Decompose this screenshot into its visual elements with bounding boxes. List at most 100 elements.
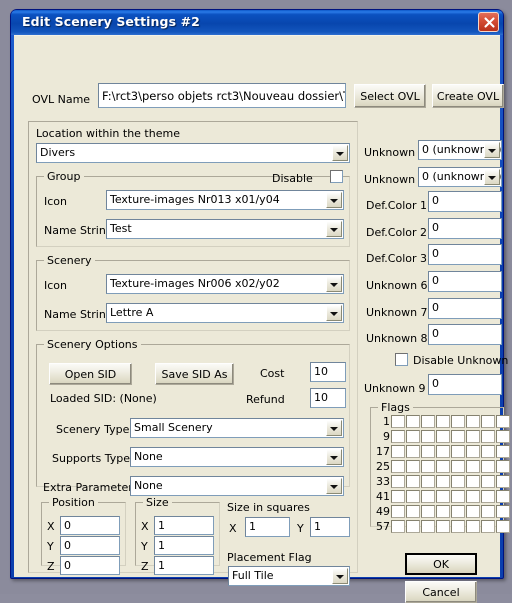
flag-checkbox-9[interactable] [391,430,405,443]
chevron-down-icon[interactable] [332,145,348,161]
unknown2-combobox[interactable]: 0 (unknown 1) [418,167,502,187]
position-x-input[interactable]: 0 [60,516,120,535]
flag-checkbox-58[interactable] [406,520,420,533]
flag-checkbox-49[interactable] [391,505,405,518]
extra-parameters-combobox[interactable]: None [130,476,344,496]
flag-checkbox-51[interactable] [421,505,435,518]
flag-checkbox-19[interactable] [421,445,435,458]
unknown8-input[interactable]: 0 [428,324,502,345]
save-sid-as-button[interactable]: Save SID As [155,363,234,385]
flag-checkbox-48[interactable] [496,490,510,503]
position-z-input[interactable]: 0 [60,556,120,575]
flag-checkbox-23[interactable] [481,445,495,458]
flag-checkbox-63[interactable] [481,520,495,533]
chevron-down-icon[interactable] [326,276,342,292]
flag-checkbox-47[interactable] [481,490,495,503]
chevron-down-icon[interactable] [332,568,348,584]
flag-checkbox-60[interactable] [436,520,450,533]
flag-checkbox-55[interactable] [481,505,495,518]
flag-checkbox-15[interactable] [481,430,495,443]
flag-checkbox-26[interactable] [406,460,420,473]
unknown6-input[interactable]: 0 [428,271,502,292]
scenery-icon-combobox[interactable]: Texture-images Nr006 x02/y02 [106,274,344,294]
size-z-input[interactable]: 1 [154,556,214,575]
flag-checkbox-25[interactable] [391,460,405,473]
flag-checkbox-44[interactable] [436,490,450,503]
defcolor2-input[interactable]: 0 [428,218,502,239]
scenery-type-combobox[interactable]: Small Scenery [130,418,344,438]
ovl-name-input[interactable]: F:\rct3\perso objets rct3\Nouveau dossie… [98,83,346,108]
location-combobox[interactable]: Divers [36,143,350,163]
unknown7-input[interactable]: 0 [428,298,502,319]
group-name-string-combobox[interactable]: Test [106,219,344,239]
cost-input[interactable]: 10 [310,362,346,382]
flag-checkbox-11[interactable] [421,430,435,443]
flag-checkbox-8[interactable] [496,415,510,428]
flag-checkbox-30[interactable] [466,460,480,473]
flag-checkbox-38[interactable] [466,475,480,488]
chevron-down-icon[interactable] [484,169,500,185]
defcolor3-input[interactable]: 0 [428,244,502,265]
disable-unknown8-checkbox[interactable] [395,353,408,366]
flag-checkbox-24[interactable] [496,445,510,458]
flag-checkbox-46[interactable] [466,490,480,503]
flag-checkbox-4[interactable] [436,415,450,428]
flag-checkbox-28[interactable] [436,460,450,473]
size-in-squares-x-input[interactable]: 1 [245,517,290,537]
group-disable-checkbox[interactable] [330,170,343,183]
flag-checkbox-20[interactable] [436,445,450,458]
flag-checkbox-29[interactable] [451,460,465,473]
position-y-input[interactable]: 0 [60,536,120,555]
flag-checkbox-52[interactable] [436,505,450,518]
chevron-down-icon[interactable] [326,420,342,436]
flag-checkbox-12[interactable] [436,430,450,443]
flag-checkbox-6[interactable] [466,415,480,428]
placement-flag-combobox[interactable]: Full Tile [228,566,350,586]
size-y-input[interactable]: 1 [154,536,214,555]
flag-checkbox-42[interactable] [406,490,420,503]
chevron-down-icon[interactable] [484,142,500,158]
flag-checkbox-36[interactable] [436,475,450,488]
flag-checkbox-2[interactable] [406,415,420,428]
group-icon-combobox[interactable]: Texture-images Nr013 x01/y04 [106,190,344,210]
flag-checkbox-32[interactable] [496,460,510,473]
flag-checkbox-34[interactable] [406,475,420,488]
flag-checkbox-53[interactable] [451,505,465,518]
flag-checkbox-50[interactable] [406,505,420,518]
flag-checkbox-33[interactable] [391,475,405,488]
refund-input[interactable]: 10 [310,388,346,408]
defcolor1-input[interactable]: 0 [428,191,502,212]
chevron-down-icon[interactable] [326,478,342,494]
flag-checkbox-31[interactable] [481,460,495,473]
chevron-down-icon[interactable] [326,449,342,465]
flag-checkbox-5[interactable] [451,415,465,428]
flag-checkbox-41[interactable] [391,490,405,503]
flag-checkbox-45[interactable] [451,490,465,503]
ok-button[interactable]: OK [405,553,477,575]
flag-checkbox-57[interactable] [391,520,405,533]
flag-checkbox-54[interactable] [466,505,480,518]
open-sid-button[interactable]: Open SID [49,363,132,385]
size-x-input[interactable]: 1 [154,516,214,535]
flag-checkbox-22[interactable] [466,445,480,458]
size-in-squares-y-input[interactable]: 1 [310,517,350,537]
window-titlebar[interactable]: Edit Scenery Settings #2 [11,10,503,35]
flag-checkbox-64[interactable] [496,520,510,533]
flag-checkbox-21[interactable] [451,445,465,458]
flag-checkbox-39[interactable] [481,475,495,488]
unknown1-combobox[interactable]: 0 (unknown 1) [418,140,502,160]
flag-checkbox-17[interactable] [391,445,405,458]
flag-checkbox-18[interactable] [406,445,420,458]
create-ovl-button[interactable]: Create OVL [432,84,504,108]
flag-checkbox-16[interactable] [496,430,510,443]
flag-checkbox-10[interactable] [406,430,420,443]
flag-checkbox-1[interactable] [391,415,405,428]
flag-checkbox-35[interactable] [421,475,435,488]
flag-checkbox-14[interactable] [466,430,480,443]
cancel-button[interactable]: Cancel [405,581,477,603]
chevron-down-icon[interactable] [326,221,342,237]
flag-checkbox-3[interactable] [421,415,435,428]
chevron-down-icon[interactable] [326,192,342,208]
flag-checkbox-62[interactable] [466,520,480,533]
scenery-name-string-combobox[interactable]: Lettre A [106,303,344,323]
